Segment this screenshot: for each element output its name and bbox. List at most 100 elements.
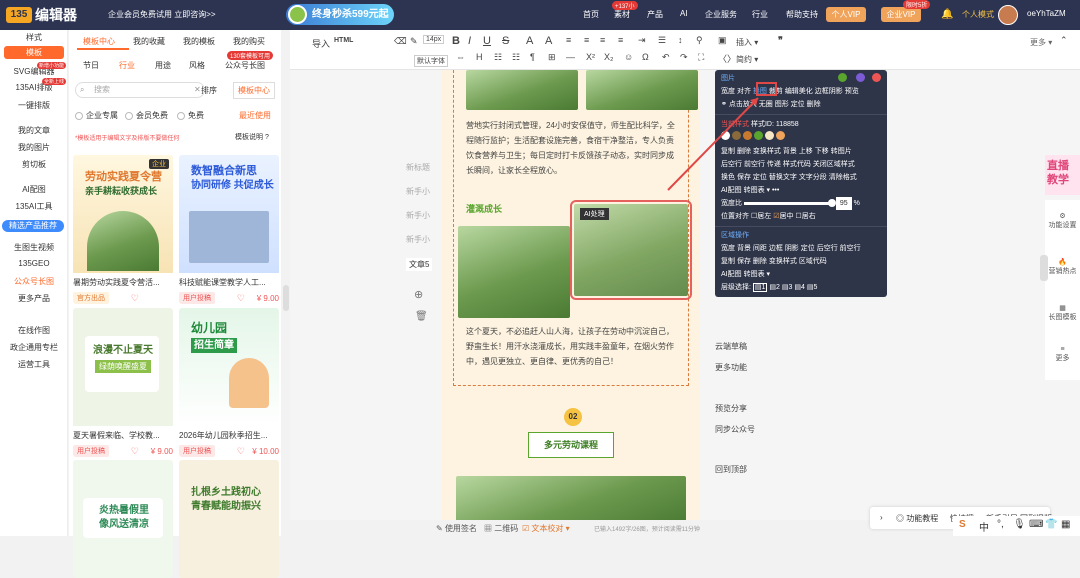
html-button[interactable]: HTML <box>334 37 353 44</box>
highlight-icon[interactable]: A <box>545 35 552 47</box>
heart-icon[interactable]: ♡ <box>131 446 139 457</box>
leftnav-svg[interactable]: SVG编辑器 新增小功能 <box>0 62 68 77</box>
line-height-icon[interactable]: ↕ <box>678 35 683 45</box>
leftnav-my-articles[interactable]: 我的文章 <box>0 125 68 136</box>
more-icon[interactable]: ≡ 更多 <box>1045 346 1080 363</box>
tutorial-button[interactable]: ◎ 功能教程 <box>896 513 938 524</box>
bell-icon[interactable]: 🔔 <box>941 9 953 20</box>
import-button[interactable]: 导入 <box>312 37 330 50</box>
mode-label[interactable]: 个人模式 <box>962 9 994 20</box>
edit-beautify-button[interactable]: 编辑美化 <box>785 88 813 95</box>
ime-lang[interactable]: 中 <box>979 519 989 534</box>
swatch[interactable] <box>775 131 785 140</box>
preview-share-button[interactable]: 预览分享 <box>715 403 747 414</box>
leftnav-gen-image[interactable]: 生图生视频 <box>0 242 68 253</box>
emoji-icon[interactable]: ☺ <box>624 52 633 62</box>
leftnav-ai-image[interactable]: AI配图 <box>0 184 68 195</box>
font-color-icon[interactable]: A <box>526 35 533 47</box>
tab-purchases[interactable]: 我的购买 <box>233 36 265 47</box>
subtab-long-image[interactable]: 公众号长图 <box>225 60 265 71</box>
photo-bottom[interactable] <box>456 476 686 520</box>
redo-icon[interactable]: ↷ <box>680 52 688 63</box>
nav-help[interactable]: 帮助支持 <box>786 9 818 20</box>
feature-settings[interactable]: ⚙ 功能设置 <box>1045 212 1080 230</box>
mic-icon[interactable]: 🎙 <box>1013 519 1026 530</box>
position-button[interactable]: 定位 <box>791 101 805 108</box>
superscript-icon[interactable]: X² <box>586 52 595 62</box>
leftnav-long-image[interactable]: 公众号长图 <box>0 276 68 287</box>
quote-icon[interactable]: ❞ <box>778 35 783 46</box>
code-icon[interactable]: 〈〉 <box>718 52 736 65</box>
live-banner[interactable]: 直播教学 <box>1045 155 1080 195</box>
subtab-style[interactable]: 风格 <box>189 60 205 71</box>
ghost-article[interactable]: 文章5 <box>406 258 433 271</box>
article-subtitle[interactable]: 灌溉成长 <box>466 202 502 215</box>
layer-5[interactable]: ▤5 <box>807 284 818 291</box>
bold-icon[interactable]: B <box>452 35 460 47</box>
username[interactable]: oeYhTaZM <box>1027 9 1066 18</box>
insert-button[interactable]: 插入 ▾ <box>736 37 758 48</box>
tab-my-templates[interactable]: 我的模板 <box>183 36 215 47</box>
hr-icon[interactable]: ― <box>566 52 575 62</box>
ordered-list-icon[interactable]: ☷ <box>494 52 502 63</box>
pos-left[interactable]: ☐居左 <box>751 213 771 220</box>
leftnav-style[interactable]: 样式 <box>0 32 68 43</box>
leftnav-my-images[interactable]: 我的图片 <box>0 142 68 153</box>
fullscreen-icon[interactable]: ⛶ <box>698 52 704 63</box>
leftnav-online-design[interactable]: 在线作图 <box>0 325 68 336</box>
template-card[interactable]: 劳动实践夏令营 亲手耕耘收获成长 企业 暑期劳动实践夏令营活... 官方出品 ♡ <box>73 155 173 304</box>
template-card[interactable]: 扎根乡土践初心 青春赋能助振兴 <box>179 460 279 578</box>
subscript-icon[interactable]: X₂ <box>604 52 614 62</box>
undo-icon[interactable]: ↶ <box>662 52 670 63</box>
menu-close-icon[interactable] <box>872 73 881 82</box>
recent-link[interactable]: 最近使用 <box>239 110 271 121</box>
leftnav-gov[interactable]: 政企通用专栏 <box>0 342 68 353</box>
tab-template-center[interactable]: 模板中心 <box>83 36 115 47</box>
heading-icon[interactable]: H <box>476 52 483 62</box>
leftnav-ops[interactable]: 运营工具 <box>0 359 68 370</box>
paragraph-icon[interactable]: ¶ <box>530 52 535 62</box>
leftnav-geo[interactable]: 135GEO <box>0 259 68 268</box>
punct-icon[interactable]: °, <box>997 519 1004 530</box>
align-left-icon[interactable]: ≡ <box>566 35 571 45</box>
leftnav-template[interactable]: 模板 <box>4 46 64 59</box>
flash-sale-banner[interactable]: 终身秒杀599元起 <box>286 4 394 25</box>
list-icon[interactable]: ☰ <box>658 35 666 46</box>
article-paragraph-2[interactable]: 这个夏天，不必追赶人山人海，让孩子在劳动中沉淀自己，野蛮生长！用汗水浇灌成长，用… <box>466 324 678 369</box>
leftnav-clipboard[interactable]: 剪切板 <box>0 159 68 170</box>
leftnav-ai-tools[interactable]: 135AI工具 <box>0 201 68 212</box>
heart-icon[interactable]: ♡ <box>237 293 245 304</box>
sidebar-collapse-handle[interactable] <box>1040 255 1048 281</box>
menu-help-icon[interactable] <box>856 73 865 82</box>
subtab-industry[interactable]: 行业 <box>119 60 135 71</box>
tab-favorites[interactable]: 我的收藏 <box>133 36 165 47</box>
heart-icon[interactable]: ♡ <box>237 446 245 457</box>
eraser-icon[interactable]: ⌫ <box>394 36 407 47</box>
nav-material[interactable]: 素材 <box>614 9 630 20</box>
help-link[interactable]: 模板说明 ? <box>235 132 269 142</box>
sort-select[interactable]: 模板中心 <box>233 82 275 99</box>
font-family-select[interactable]: 默认字体 <box>414 55 448 67</box>
article-block[interactable]: 营地实行封闭式管理，24小时安保值守，师生配比科学，全程随行监护；生活配套设施完… <box>453 70 698 386</box>
nav-industry[interactable]: 行业 <box>752 9 768 20</box>
subtab-purpose[interactable]: 用途 <box>155 60 171 71</box>
menu-status-icon[interactable] <box>838 73 847 82</box>
area-actions[interactable]: 宽度 背景 间距 边框 阴影 定位 后空行 前空行 复制 保存 删除 变换样式 … <box>721 242 881 281</box>
preview-button[interactable]: 预览 <box>845 88 859 95</box>
indent-icon[interactable]: ⇥ <box>638 35 646 46</box>
border-shadow-button[interactable]: 边框阴影 <box>815 88 843 95</box>
keyboard-icon[interactable]: ⌨ <box>1029 519 1043 530</box>
nav-enterprise[interactable]: 企业服务 <box>705 9 737 20</box>
justify-icon[interactable]: ≡ <box>618 35 623 45</box>
nav-ai[interactable]: AI <box>680 9 688 18</box>
search-input[interactable]: 搜索 <box>75 82 205 98</box>
underline-icon[interactable]: U <box>483 35 491 47</box>
signature-button[interactable]: ✎ 使用签名 <box>436 523 477 534</box>
italic-icon[interactable]: I <box>468 35 471 47</box>
bullet-list-icon[interactable]: ☷ <box>512 52 520 63</box>
leftnav-135ai[interactable]: 135AI排版 全新上线 <box>0 78 68 93</box>
qrcode-button[interactable]: ▦ 二维码 <box>484 523 518 534</box>
more-button[interactable]: 更多 ▾ <box>1030 37 1052 48</box>
sync-wechat-button[interactable]: 同步公众号 <box>715 424 755 435</box>
template-card[interactable]: 炎热暑假里 像风送清凉 <box>73 460 173 578</box>
